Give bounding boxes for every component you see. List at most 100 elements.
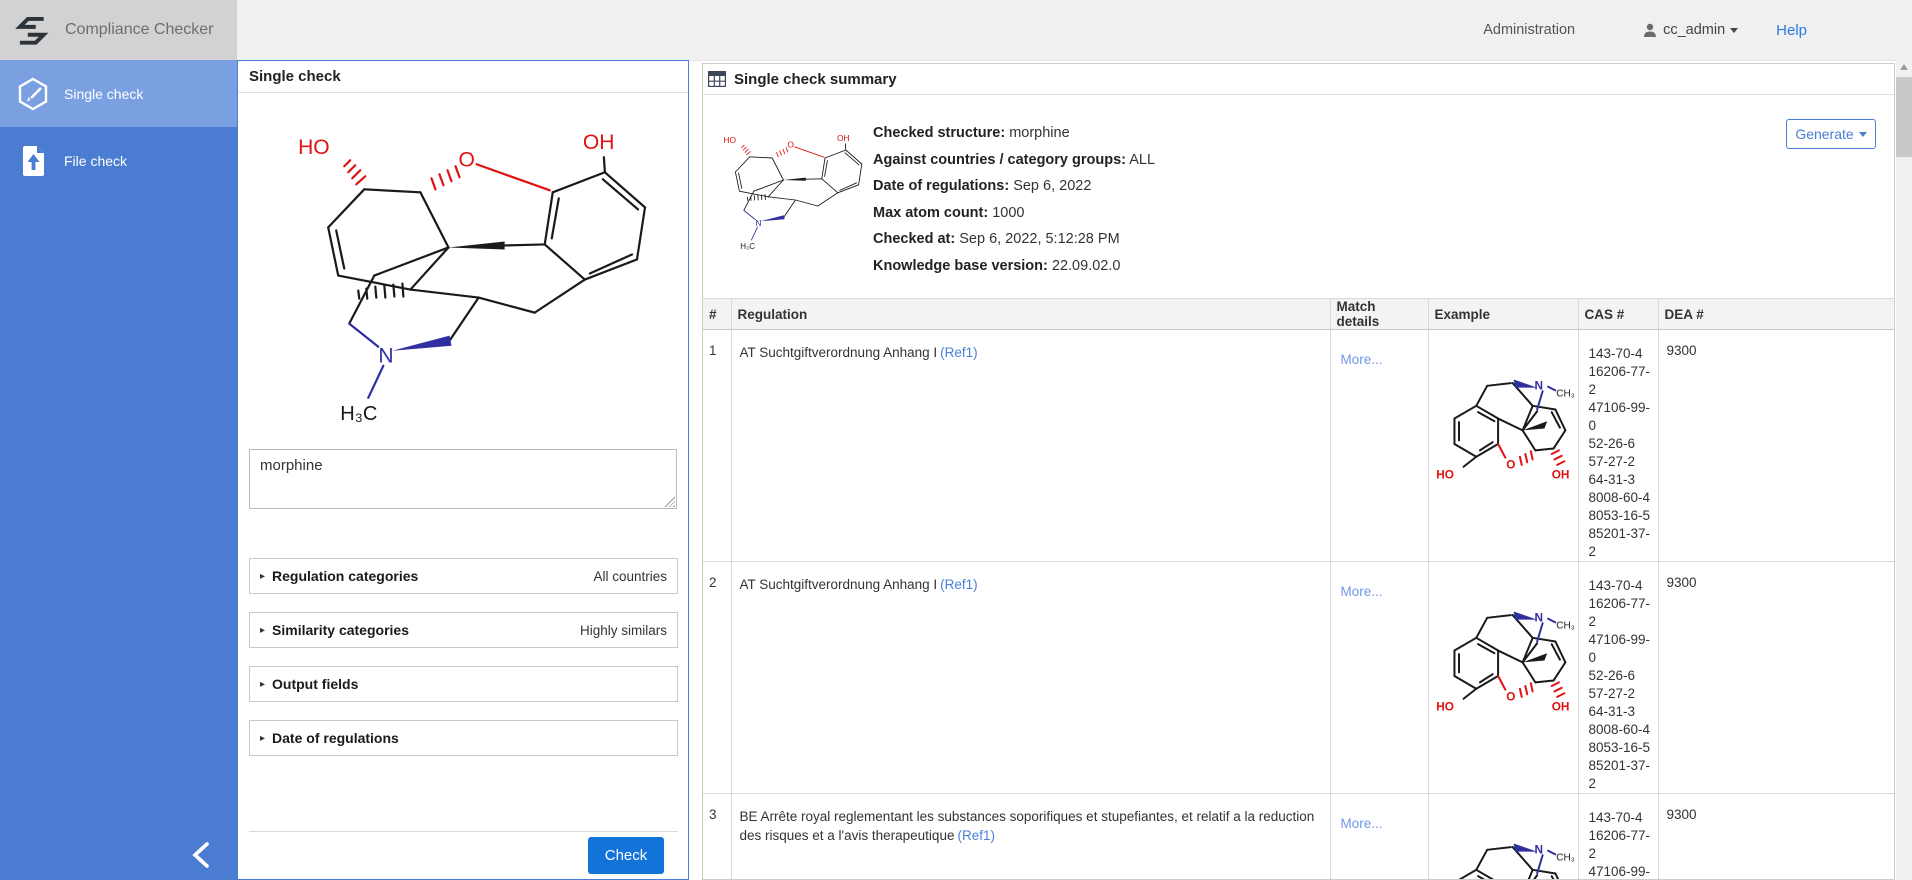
topbar-brand: Compliance Checker	[0, 0, 237, 60]
chevron-right-icon: ▸	[260, 571, 265, 582]
section-label: Date of regulations	[272, 730, 399, 746]
summary-field: Max atom count: 1000	[873, 200, 1155, 227]
chevron-right-icon: ▸	[260, 733, 265, 744]
morphine-structure-image	[705, 120, 863, 252]
compliance-checker-app: HO O OH N H₃C	[0, 0, 1912, 880]
section-label: Regulation categories	[272, 568, 418, 584]
help-link[interactable]: Help	[1776, 22, 1807, 39]
match-details-cell: More...	[1330, 330, 1428, 562]
section-regulation-categories[interactable]: ▸ Regulation categories All countries	[249, 558, 678, 594]
section-label: Similarity categories	[272, 622, 409, 638]
match-details-cell: More...	[1330, 794, 1428, 880]
row-number: 1	[703, 330, 731, 562]
results-table: # Regulation Match details Example CAS #…	[703, 298, 1894, 880]
checked-structure-thumbnail	[705, 120, 863, 252]
cas-cell: 143-70-4 16206-77-2 47106-99-0 52-26-6 5…	[1578, 330, 1658, 562]
col-regulation: Regulation	[731, 299, 1330, 330]
regulation-cell: AT Suchtgiftverordnung Anhang I(Ref1)	[731, 330, 1330, 562]
col-match-details: Match details	[1330, 299, 1428, 330]
generate-label: Generate	[1795, 126, 1853, 142]
summary-header: Single check summary	[703, 64, 1894, 95]
dea-cell: 9300	[1658, 562, 1894, 794]
sidebar-item-single-check[interactable]: Single check	[0, 60, 237, 127]
structure-editor-canvas[interactable]	[252, 97, 648, 429]
regulation-cell: BE Arrête royal reglementant les substan…	[731, 794, 1330, 880]
structure-name-field: morphine	[249, 449, 677, 509]
col-example: Example	[1428, 299, 1578, 330]
chevron-right-icon: ▸	[260, 679, 265, 690]
more-link[interactable]: More...	[1341, 352, 1383, 367]
cas-cell: 143-70-4 16206-77-2 47106-99-0 52-26-6 5…	[1578, 562, 1658, 794]
row-number: 3	[703, 794, 731, 880]
vertical-scrollbar[interactable]	[1896, 60, 1912, 880]
single-check-icon	[15, 76, 51, 112]
divider	[238, 92, 688, 93]
section-output-fields[interactable]: ▸ Output fields	[249, 666, 678, 702]
table-icon	[708, 71, 726, 87]
scroll-up-icon[interactable]	[1900, 64, 1908, 70]
generate-button[interactable]: Generate	[1786, 119, 1876, 149]
ref-link[interactable]: (Ref1)	[957, 828, 995, 843]
example-structure-cell	[1428, 330, 1578, 562]
section-label: Output fields	[272, 676, 358, 692]
summary-field: Checked at: Sep 6, 2022, 5:12:28 PM	[873, 226, 1155, 253]
match-details-cell: More...	[1330, 562, 1428, 794]
example-structure-cell	[1428, 794, 1578, 880]
chevron-down-icon	[1730, 28, 1738, 33]
regulation-cell: AT Suchtgiftverordnung Anhang I(Ref1)	[731, 562, 1330, 794]
sidebar-item-file-check[interactable]: File check	[0, 127, 237, 194]
file-check-icon	[15, 143, 51, 179]
chevron-down-icon	[1859, 132, 1867, 137]
chevron-left-icon	[190, 841, 212, 869]
morphine-structure-image	[1429, 574, 1579, 718]
summary-field: Checked structure: morphine	[873, 120, 1155, 147]
morphine-structure-image	[1429, 342, 1579, 486]
section-similarity-categories[interactable]: ▸ Similarity categories Highly similars	[249, 612, 678, 648]
dea-cell: 9300	[1658, 794, 1894, 880]
section-date-of-regulations[interactable]: ▸ Date of regulations	[249, 720, 678, 756]
morphine-structure-image	[252, 97, 648, 428]
cas-cell: 143-70-4 16206-77-2 47106-99-0 52-26-6 5…	[1578, 794, 1658, 880]
summary-title: Single check summary	[734, 71, 897, 88]
scrollbar-thumb[interactable]	[1896, 77, 1912, 157]
col-dea: DEA #	[1658, 299, 1894, 330]
ref-link[interactable]: (Ref1)	[940, 577, 978, 592]
administration-link[interactable]: Administration	[1483, 22, 1575, 38]
check-button[interactable]: Check	[588, 837, 664, 874]
topbar: Compliance Checker Administration cc_adm…	[0, 0, 1912, 60]
summary-field: Against countries / category groups: ALL	[873, 147, 1155, 174]
sidebar-collapse-button[interactable]	[190, 841, 212, 874]
user-menu[interactable]: cc_admin	[1643, 22, 1738, 38]
username-label: cc_admin	[1663, 22, 1725, 38]
summary-field: Date of regulations: Sep 6, 2022	[873, 173, 1155, 200]
more-link[interactable]: More...	[1341, 816, 1383, 831]
app-title: Compliance Checker	[65, 21, 214, 39]
topbar-nav: Administration cc_admin Help	[237, 0, 1912, 61]
section-value: All countries	[593, 569, 667, 584]
user-icon	[1643, 23, 1657, 37]
table-row: 2 AT Suchtgiftverordnung Anhang I(Ref1) …	[703, 562, 1894, 794]
table-row: 1 AT Suchtgiftverordnung Anhang I(Ref1) …	[703, 330, 1894, 562]
example-structure-cell	[1428, 562, 1578, 794]
col-cas: CAS #	[1578, 299, 1658, 330]
table-header-row: # Regulation Match details Example CAS #…	[703, 299, 1894, 330]
summary-field: Knowledge base version: 22.09.02.0	[873, 253, 1155, 280]
single-check-panel: Single check morphine ▸ Regulation categ…	[237, 60, 689, 880]
sidebar-item-label: Single check	[64, 86, 143, 102]
summary-fields: Checked structure: morphine Against coun…	[873, 120, 1155, 280]
structure-name-input[interactable]: morphine	[249, 449, 677, 509]
panel-title: Single check	[249, 68, 341, 85]
sidebar-item-label: File check	[64, 153, 127, 169]
app-logo-icon	[12, 8, 50, 52]
col-num: #	[703, 299, 731, 330]
sidebar: Single check File check	[0, 60, 237, 880]
divider	[249, 831, 678, 832]
chevron-right-icon: ▸	[260, 625, 265, 636]
section-value: Highly similars	[580, 623, 667, 638]
row-number: 2	[703, 562, 731, 794]
dea-cell: 9300	[1658, 330, 1894, 562]
morphine-structure-image	[1429, 806, 1579, 880]
ref-link[interactable]: (Ref1)	[940, 345, 978, 360]
more-link[interactable]: More...	[1341, 584, 1383, 599]
table-row: 3 BE Arrête royal reglementant les subst…	[703, 794, 1894, 880]
